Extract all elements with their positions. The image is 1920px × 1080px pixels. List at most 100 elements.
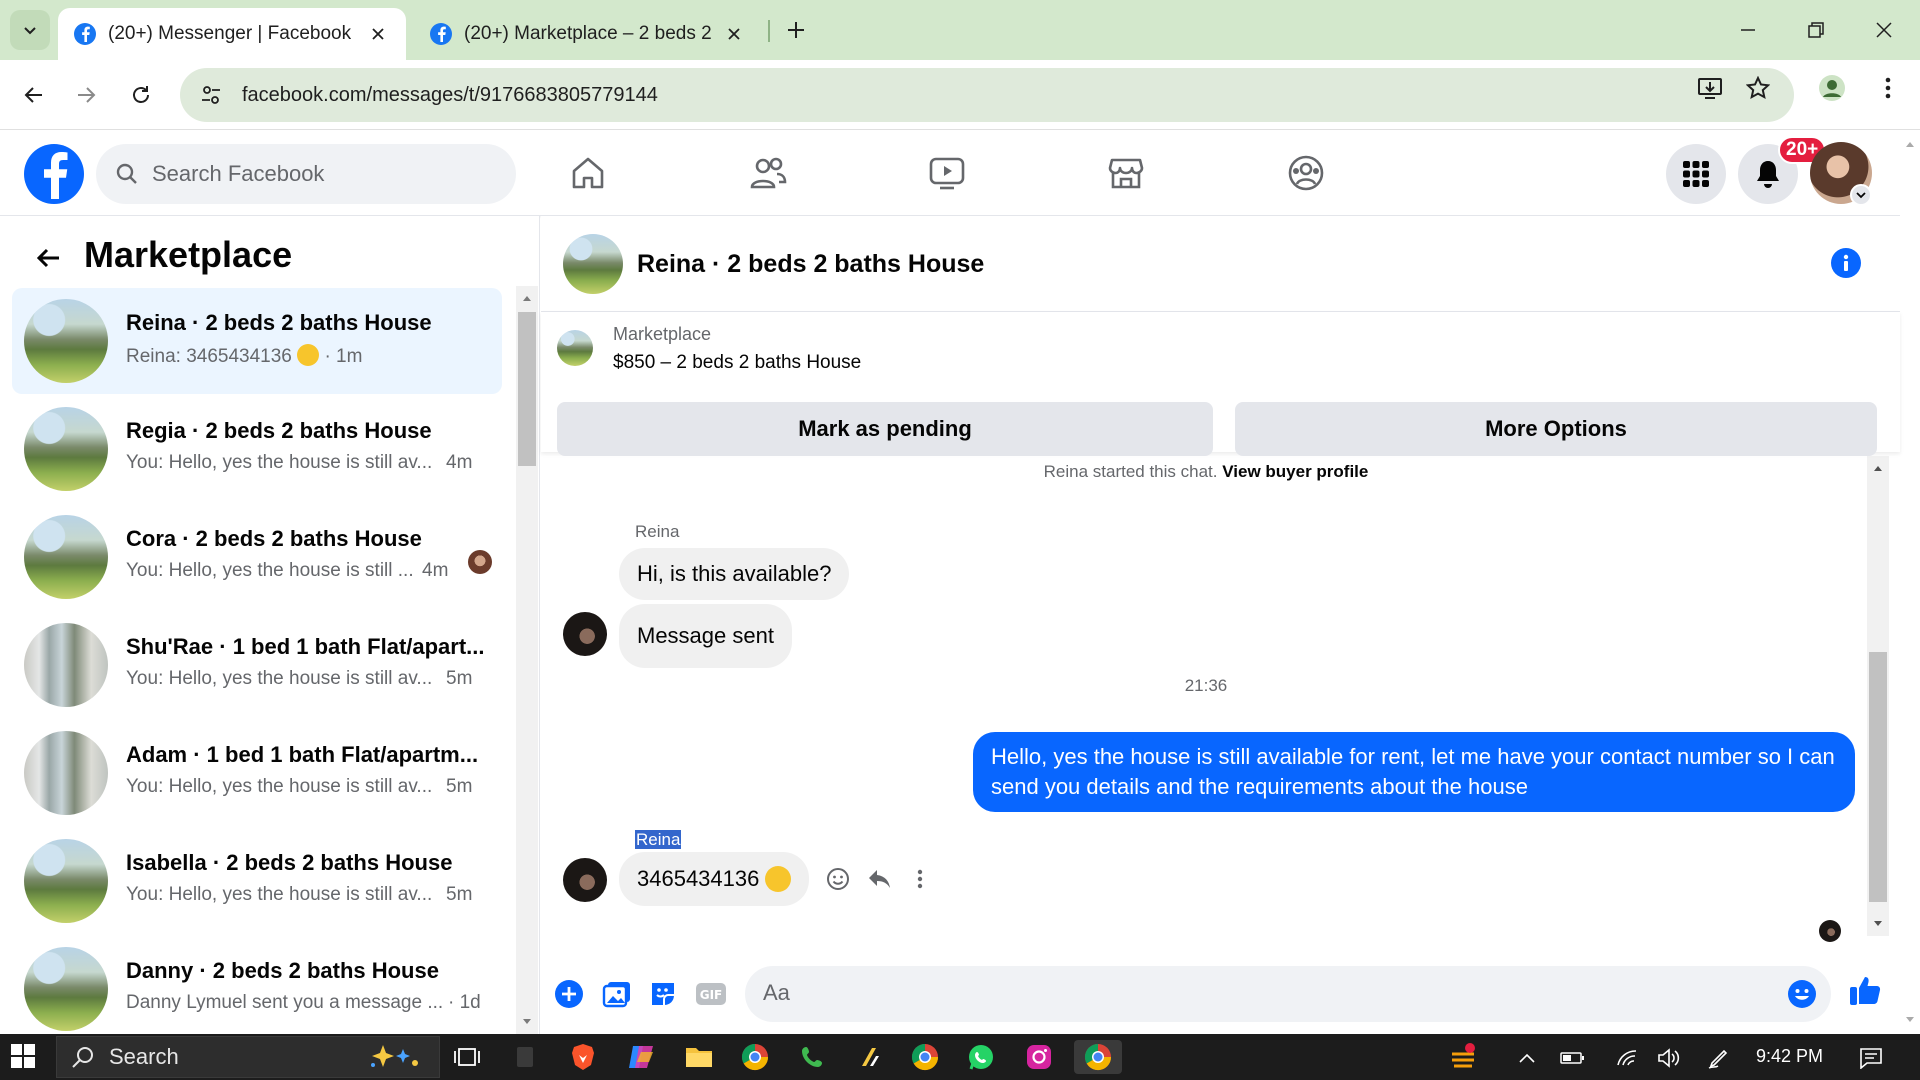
message-input[interactable]: Aa: [745, 966, 1831, 1022]
home-icon[interactable]: [562, 148, 614, 198]
conversation-item[interactable]: Isabella · 2 beds 2 baths House You: Hel…: [12, 828, 502, 934]
scroll-down-icon[interactable]: [1872, 918, 1884, 930]
scroll-up-icon[interactable]: [1905, 140, 1915, 148]
chat-title[interactable]: Reina · 2 beds 2 baths House: [637, 250, 984, 279]
marketplace-icon[interactable]: [1100, 148, 1152, 198]
friends-icon[interactable]: [742, 148, 794, 198]
seen-avatar: [468, 550, 492, 574]
scroll-down-icon[interactable]: [521, 1016, 533, 1028]
sender-avatar[interactable]: [563, 858, 607, 902]
conversation-preview: Danny Lymuel sent you a message ...: [126, 992, 444, 1013]
emoji-picker-icon[interactable]: [1787, 979, 1817, 1009]
wifi-icon[interactable]: [1614, 1046, 1640, 1070]
facebook-logo-icon[interactable]: [24, 144, 84, 204]
new-tab-icon[interactable]: [780, 14, 812, 46]
conversation-item[interactable]: Adam · 1 bed 1 bath Flat/apartm... You: …: [12, 720, 502, 826]
menu-kebab-icon[interactable]: [1872, 72, 1904, 104]
app-icon[interactable]: [852, 1040, 886, 1074]
sticker-icon[interactable]: [645, 976, 681, 1012]
menu-grid-icon[interactable]: [1666, 144, 1726, 204]
install-app-icon[interactable]: [1694, 72, 1726, 104]
message-input-placeholder: Aa: [763, 980, 790, 1005]
copilot-icon[interactable]: [624, 1040, 658, 1074]
chevron-down-icon[interactable]: [1850, 184, 1872, 206]
conversation-item[interactable]: Danny · 2 beds 2 baths House Danny Lymue…: [12, 936, 502, 1042]
tab-search-dropdown-icon[interactable]: [10, 10, 50, 50]
restore-icon[interactable]: [1794, 12, 1838, 48]
react-emoji-icon[interactable]: [821, 862, 855, 896]
sender-avatar[interactable]: [563, 612, 607, 656]
attach-photo-icon[interactable]: [599, 976, 635, 1012]
forward-icon[interactable]: [66, 75, 106, 115]
show-hidden-icons-icon[interactable]: [1514, 1046, 1540, 1070]
back-icon[interactable]: [14, 75, 54, 115]
reload-icon[interactable]: [121, 75, 161, 115]
whatsapp-icon[interactable]: [964, 1040, 998, 1074]
close-tab-icon[interactable]: [722, 22, 746, 46]
conversation-preview: You: Hello, yes the house is still av...: [126, 776, 433, 797]
volume-icon[interactable]: [1656, 1046, 1682, 1070]
close-window-icon[interactable]: [1862, 12, 1906, 48]
notification-center-icon[interactable]: [1858, 1046, 1884, 1070]
widgets-icon[interactable]: [508, 1040, 542, 1074]
view-buyer-profile-link[interactable]: View buyer profile: [1222, 462, 1368, 481]
chrome-icon[interactable]: [738, 1040, 772, 1074]
incoming-message[interactable]: Hi, is this available?: [619, 548, 850, 600]
conversation-item[interactable]: Cora · 2 beds 2 baths House You: Hello, …: [12, 504, 502, 610]
close-tab-icon[interactable]: [366, 22, 390, 46]
conversation-item[interactable]: Shu'Rae · 1 bed 1 bath Flat/apart... You…: [12, 612, 502, 718]
phone-link-icon[interactable]: [796, 1040, 830, 1074]
brave-browser-icon[interactable]: [566, 1040, 600, 1074]
file-explorer-icon[interactable]: [682, 1040, 716, 1074]
instagram-icon[interactable]: [1022, 1040, 1056, 1074]
incoming-message[interactable]: 3465434136: [619, 852, 810, 906]
reply-icon[interactable]: [863, 862, 897, 896]
like-thumbs-up-icon[interactable]: [1847, 972, 1883, 1008]
page-title: Marketplace: [84, 234, 293, 275]
more-actions-icon[interactable]: [903, 862, 937, 896]
listing-title[interactable]: $850 – 2 beds 2 baths House: [613, 352, 861, 374]
task-view-icon[interactable]: [450, 1040, 484, 1074]
conversation-list-scrollbar[interactable]: [516, 286, 538, 1034]
search-icon: [114, 161, 140, 187]
facebook-search-input[interactable]: Search Facebook: [96, 144, 516, 204]
scroll-down-icon[interactable]: [1905, 1016, 1915, 1024]
mark-as-pending-button[interactable]: Mark as pending: [557, 402, 1213, 456]
taskbar-search[interactable]: Search: [56, 1036, 440, 1078]
tab-messenger[interactable]: (20+) Messenger | Facebook: [58, 8, 406, 60]
chrome-icon[interactable]: [908, 1040, 942, 1074]
chat-scrollbar[interactable]: [1867, 456, 1889, 936]
windows-start-icon[interactable]: [10, 1043, 40, 1073]
back-arrow-icon[interactable]: [28, 238, 68, 278]
address-bar[interactable]: facebook.com/messages/t/9176683805779144: [180, 68, 1794, 122]
conversation-item[interactable]: Reina · 2 beds 2 baths House Reina: 3465…: [12, 288, 502, 394]
scroll-up-icon[interactable]: [1872, 462, 1884, 474]
taskbar-clock[interactable]: 9:42 PM: [1756, 1046, 1823, 1067]
page-scrollbar[interactable]: [1900, 130, 1920, 1034]
minimize-icon[interactable]: [1726, 12, 1770, 48]
scroll-up-icon[interactable]: [521, 292, 533, 304]
chat-listing-avatar[interactable]: [563, 234, 623, 294]
sender-name: Reina: [635, 830, 682, 850]
bookmark-star-icon[interactable]: [1742, 72, 1774, 104]
battery-icon[interactable]: [1560, 1046, 1586, 1070]
conversation-item[interactable]: Regia · 2 beds 2 baths House You: Hello,…: [12, 396, 502, 502]
profile-icon[interactable]: [1816, 72, 1848, 104]
chrome-active-icon[interactable]: [1074, 1040, 1122, 1074]
site-settings-icon[interactable]: [196, 80, 226, 110]
watch-icon[interactable]: [921, 148, 973, 198]
tab-marketplace[interactable]: (20+) Marketplace – 2 beds 2 ba: [414, 8, 762, 60]
listing-thumbnail[interactable]: [557, 330, 593, 366]
more-options-button[interactable]: More Options: [1235, 402, 1877, 456]
weather-widget-icon[interactable]: [1446, 1040, 1480, 1074]
scrollbar-thumb[interactable]: [518, 312, 536, 466]
groups-icon[interactable]: [1280, 148, 1332, 198]
info-icon[interactable]: [1831, 248, 1861, 278]
outgoing-message[interactable]: Hello, yes the house is still available …: [973, 732, 1855, 812]
scrollbar-thumb[interactable]: [1869, 652, 1887, 902]
add-more-icon[interactable]: [551, 976, 587, 1012]
incoming-message[interactable]: Message sent: [619, 604, 792, 668]
conversation-preview: You: Hello, yes the house is still av...: [126, 452, 433, 473]
gif-icon[interactable]: GIF: [693, 976, 729, 1012]
pen-icon[interactable]: [1706, 1046, 1732, 1070]
